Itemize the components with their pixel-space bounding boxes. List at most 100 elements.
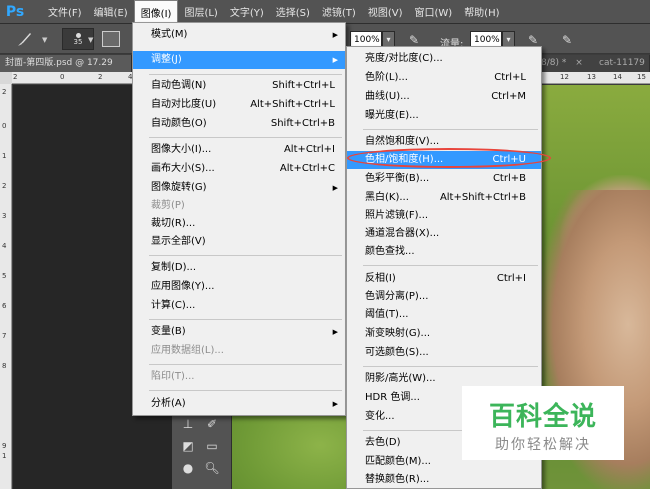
tab-cover-psd[interactable]: 封面-第四版.psd @ 17.29: [0, 55, 132, 72]
menu-item-levels[interactable]: 色阶(L)... Ctrl+L: [347, 69, 541, 87]
ruler-label: 14: [613, 73, 622, 81]
brush-tool-icon[interactable]: [16, 30, 34, 48]
tab-cat-image[interactable]: cat-11179: [594, 55, 650, 72]
menu-item-auto-contrast[interactable]: 自动对比度(U) Alt+Shift+Ctrl+L: [133, 96, 345, 114]
menu-item-trim[interactable]: 裁切(R)...: [133, 215, 345, 233]
menu-item-brightness-contrast[interactable]: 亮度/对比度(C)...: [347, 50, 541, 68]
menu-item-posterize[interactable]: 色调分离(P)...: [347, 288, 541, 306]
menu-item-curves[interactable]: 曲线(U)... Ctrl+M: [347, 88, 541, 106]
submenu-arrow-icon: ▶: [332, 328, 338, 336]
close-icon[interactable]: ×: [575, 58, 583, 68]
menu-item-label: 画布大小(S)...: [151, 163, 215, 174]
watermark-logo: 百科全说 助你轻松解决: [462, 386, 624, 460]
chevron-down-icon[interactable]: ▼: [42, 36, 47, 44]
gradient-tool-icon[interactable]: ▭: [202, 437, 222, 455]
menu-item-duplicate[interactable]: 复制(D)...: [133, 259, 345, 277]
watermark-title: 百科全说: [488, 402, 597, 432]
ruler-label: 7: [2, 332, 7, 340]
menu-separator: [149, 255, 342, 256]
watermark-subtitle: 助你轻松解决: [495, 437, 591, 453]
menu-item-crop: 裁剪(P): [133, 197, 345, 215]
menu-image[interactable]: 图像(I): [133, 0, 179, 24]
menu-item-label: 亮度/对比度(C)...: [365, 53, 443, 64]
blur-tool-icon[interactable]: ●: [178, 459, 198, 477]
menu-file[interactable]: 文件(F): [42, 0, 88, 24]
menu-item-photo-filter[interactable]: 照片滤镜(F)...: [347, 207, 541, 225]
menu-item-replace-color[interactable]: 替换颜色(R)...: [347, 471, 541, 489]
menu-item-trap: 陷印(T)...: [133, 368, 345, 386]
menu-item-reveal-all[interactable]: 显示全部(V): [133, 233, 345, 251]
menu-item-exposure[interactable]: 曝光度(E)...: [347, 107, 541, 125]
menu-window[interactable]: 窗口(W): [408, 0, 458, 24]
menu-item-analysis[interactable]: 分析(A) ▶: [133, 395, 345, 413]
brush-tip-icon: [76, 33, 81, 38]
menu-item-color-lookup[interactable]: 颜色查找...: [347, 243, 541, 261]
ruler-label: 8: [2, 362, 7, 370]
menu-item-shortcut: Alt+Shift+Ctrl+B: [439, 192, 526, 203]
clone-stamp-tool-icon[interactable]: ⊥: [178, 415, 198, 433]
menu-item-canvas-size[interactable]: 画布大小(S)... Alt+Ctrl+C: [133, 160, 345, 178]
menu-item-label: 图像大小(I)...: [151, 144, 212, 155]
menu-separator: [149, 390, 342, 391]
tab-label: 8/8) *: [541, 58, 567, 68]
airbrush-icon[interactable]: ✎: [528, 33, 538, 47]
ruler-origin[interactable]: [0, 72, 12, 84]
menu-item-shortcut: Alt+Shift+Ctrl+L: [250, 99, 335, 110]
menu-item-variables[interactable]: 变量(B) ▶: [133, 323, 345, 341]
menu-item-color-balance[interactable]: 色彩平衡(B)... Ctrl+B: [347, 170, 541, 188]
menu-item-adjustments[interactable]: 调整(J) ▶: [133, 51, 345, 69]
history-brush-tool-icon[interactable]: ✐: [202, 415, 222, 433]
pressure-opacity-icon[interactable]: ✎: [409, 33, 419, 47]
menu-item-image-size[interactable]: 图像大小(I)... Alt+Ctrl+I: [133, 141, 345, 159]
menu-item-image-rotation[interactable]: 图像旋转(G) ▶: [133, 179, 345, 197]
brush-panel-toggle-icon[interactable]: [102, 31, 120, 47]
ruler-label: 3: [2, 212, 7, 220]
menu-item-label: 变量(B): [151, 326, 186, 337]
vertical-ruler[interactable]: 2 0 1 2 3 4 5 6 7 8 9 1: [0, 72, 12, 489]
ruler-label: 2: [13, 73, 18, 81]
menu-item-label: 去色(D): [365, 437, 401, 448]
menu-item-label: 曲线(U)...: [365, 91, 410, 102]
menu-item-apply-data-set: 应用数据组(L)...: [133, 342, 345, 360]
menu-item-label: 匹配颜色(M)...: [365, 456, 431, 467]
menu-select[interactable]: 选择(S): [270, 0, 316, 24]
brush-size-value: 35: [73, 38, 83, 46]
menu-item-label: 曝光度(E)...: [365, 110, 419, 121]
menu-item-channel-mixer[interactable]: 通道混合器(X)...: [347, 225, 541, 243]
menu-item-label: 陷印(T)...: [151, 371, 195, 382]
menu-item-calculations[interactable]: 计算(C)...: [133, 297, 345, 315]
menu-item-label: 自动对比度(U): [151, 99, 217, 110]
menu-item-auto-color[interactable]: 自动颜色(O) Shift+Ctrl+B: [133, 115, 345, 133]
menu-help[interactable]: 帮助(H): [458, 0, 505, 24]
menu-item-mode[interactable]: 模式(M) ▶: [133, 26, 345, 44]
menu-item-label: 色彩平衡(B)...: [365, 173, 430, 184]
ruler-label: 2: [2, 88, 7, 96]
menu-item-auto-tone[interactable]: 自动色调(N) Shift+Ctrl+L: [133, 77, 345, 95]
menu-item-label: 复制(D)...: [151, 262, 197, 273]
menu-view[interactable]: 视图(V): [362, 0, 409, 24]
dodge-tool-icon[interactable]: 🔍︎: [202, 459, 222, 477]
menu-layer[interactable]: 图层(L): [178, 0, 223, 24]
menu-item-gradient-map[interactable]: 渐变映射(G)...: [347, 325, 541, 343]
menu-item-shortcut: Ctrl+L: [494, 72, 526, 83]
eraser-tool-icon[interactable]: ◩: [178, 437, 198, 455]
tab-previous[interactable]: 8/8) * ×: [536, 55, 594, 72]
chevron-down-icon[interactable]: ▼: [88, 36, 93, 44]
ruler-label: 13: [587, 73, 596, 81]
ruler-label: 6: [2, 302, 7, 310]
ruler-label: 12: [560, 73, 569, 81]
menu-item-apply-image[interactable]: 应用图像(Y)...: [133, 278, 345, 296]
menu-edit[interactable]: 编辑(E): [88, 0, 134, 24]
menu-item-black-white[interactable]: 黑白(K)... Alt+Shift+Ctrl+B: [347, 189, 541, 207]
menu-item-label: 自动颜色(O): [151, 118, 207, 129]
menu-item-invert[interactable]: 反相(I) Ctrl+I: [347, 270, 541, 288]
pressure-size-icon[interactable]: ✎: [562, 33, 572, 47]
menu-filter[interactable]: 滤镜(T): [316, 0, 362, 24]
menu-item-selective-color[interactable]: 可选颜色(S)...: [347, 344, 541, 362]
menu-item-threshold[interactable]: 阈值(T)...: [347, 306, 541, 324]
menu-item-label: 模式(M): [151, 29, 188, 40]
menu-item-label: 阈值(T)...: [365, 309, 409, 320]
menu-item-label: 裁切(R)...: [151, 218, 196, 229]
menu-item-label: 色阶(L)...: [365, 72, 408, 83]
menu-type[interactable]: 文字(Y): [224, 0, 270, 24]
